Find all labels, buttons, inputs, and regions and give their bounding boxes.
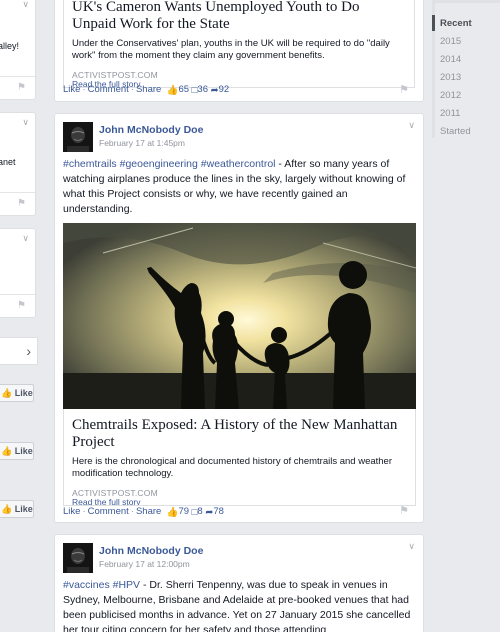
chevron-right-icon: › xyxy=(26,343,31,359)
comment-count[interactable]: 8 xyxy=(197,506,202,517)
post-text: #chemtrails #geoengineering #weathercont… xyxy=(63,158,406,215)
avatar[interactable] xyxy=(63,122,93,152)
share-count[interactable]: 78 xyxy=(213,506,224,517)
link-preview[interactable]: UK's Cameron Wants Unemployed Youth to D… xyxy=(63,0,415,88)
post-text: #vaccines #HPV - Dr. Sherri Tenpenny, wa… xyxy=(63,579,411,632)
post-timestamp[interactable]: February 17 at 1:45pm xyxy=(99,138,185,148)
post-timestamp[interactable]: February 17 at 12:00pm xyxy=(99,559,190,569)
like-count[interactable]: 65 xyxy=(178,84,189,95)
flag-icon[interactable]: ⚑ xyxy=(399,83,409,96)
year-2015[interactable]: 2015 xyxy=(440,36,461,47)
post-card: John McNobody Doe February 17 at 1:45pm … xyxy=(54,113,424,523)
comment-link[interactable]: Comment xyxy=(88,84,129,95)
post-actions: Like · Comment · Share 👍65 □36 ➦92 xyxy=(63,84,230,96)
post-card: UK's Cameron Wants Unemployed Youth to D… xyxy=(54,0,424,102)
left-card: ∨ anet ⚑ xyxy=(0,112,36,216)
hashtag[interactable]: #vaccines xyxy=(63,579,110,591)
year-2013[interactable]: 2013 xyxy=(440,72,461,83)
link-description: Under the Conservatives' plan, youths in… xyxy=(72,38,390,61)
chevron-down-icon[interactable]: ∨ xyxy=(408,120,415,131)
share-link[interactable]: Share xyxy=(136,506,161,517)
left-card: ∨ alley! ⚑ xyxy=(0,0,36,100)
like-button[interactable]: 👍 Like xyxy=(0,442,34,460)
hashtag[interactable]: #HPV xyxy=(113,579,140,591)
post-author[interactable]: John McNobody Doe xyxy=(99,124,203,136)
left-card-text: anet xyxy=(0,157,16,167)
post-card: John McNobody Doe February 17 at 12:00pm… xyxy=(54,534,424,632)
left-card-text: alley! xyxy=(0,41,20,51)
flag-icon[interactable]: ⚑ xyxy=(17,82,26,93)
chevron-down-icon[interactable]: ∨ xyxy=(22,233,29,244)
link-source: ACTIVISTPOST.COM xyxy=(72,488,158,498)
chevron-down-icon[interactable]: ∨ xyxy=(408,541,415,552)
chevron-down-icon[interactable]: ∨ xyxy=(22,0,29,10)
hashtag[interactable]: #chemtrails xyxy=(63,158,117,170)
left-column: ∨ alley! ⚑ ∨ anet ⚑ ∨ ⚑ › 👍 Like 👍 Like … xyxy=(0,0,38,632)
share-count[interactable]: 92 xyxy=(219,84,230,95)
see-more-arrow[interactable]: › xyxy=(0,337,38,365)
left-card: ∨ ⚑ xyxy=(0,228,36,318)
read-more-link[interactable]: Read the full story xyxy=(72,498,407,505)
flag-icon[interactable]: ⚑ xyxy=(17,300,26,311)
link-title[interactable]: Chemtrails Exposed: A History of the New… xyxy=(72,417,407,451)
link-description: Here is the chronological and documented… xyxy=(72,456,393,479)
like-button[interactable]: 👍 Like xyxy=(0,384,34,402)
avatar[interactable] xyxy=(63,543,93,573)
year-recent[interactable]: Recent xyxy=(440,18,472,29)
link-title[interactable]: UK's Cameron Wants Unemployed Youth to D… xyxy=(72,0,406,33)
flag-icon[interactable]: ⚑ xyxy=(399,504,409,517)
comment-link[interactable]: Comment xyxy=(88,506,129,517)
silhouette-sunset-image xyxy=(63,223,416,409)
hashtag[interactable]: #weathercontrol xyxy=(201,158,276,170)
link-preview[interactable]: Chemtrails Exposed: A History of the New… xyxy=(63,409,416,506)
year-2011[interactable]: 2011 xyxy=(440,108,460,119)
share-link[interactable]: Share xyxy=(136,84,161,95)
link-image[interactable] xyxy=(63,223,416,409)
post-actions: Like · Comment · Share 👍79 □8 ➦78 xyxy=(63,506,224,518)
like-link[interactable]: Like xyxy=(63,84,80,95)
year-started[interactable]: Started xyxy=(440,126,471,137)
comment-count[interactable]: 36 xyxy=(197,84,208,95)
post-author[interactable]: John McNobody Doe xyxy=(99,545,203,557)
year-2012[interactable]: 2012 xyxy=(440,90,461,101)
thumbs-up-icon: 👍 xyxy=(163,85,179,96)
link-source: ACTIVISTPOST.COM xyxy=(72,70,158,80)
like-link[interactable]: Like xyxy=(63,506,80,517)
share-icon: ➦ xyxy=(210,85,219,96)
thumbs-up-icon: 👍 xyxy=(163,507,179,518)
like-button[interactable]: 👍 Like xyxy=(0,500,34,518)
year-2014[interactable]: 2014 xyxy=(440,54,461,65)
hashtag[interactable]: #geoengineering xyxy=(120,158,198,170)
chevron-down-icon[interactable]: ∨ xyxy=(22,117,29,128)
flag-icon[interactable]: ⚑ xyxy=(17,198,26,209)
like-count[interactable]: 79 xyxy=(178,506,189,517)
